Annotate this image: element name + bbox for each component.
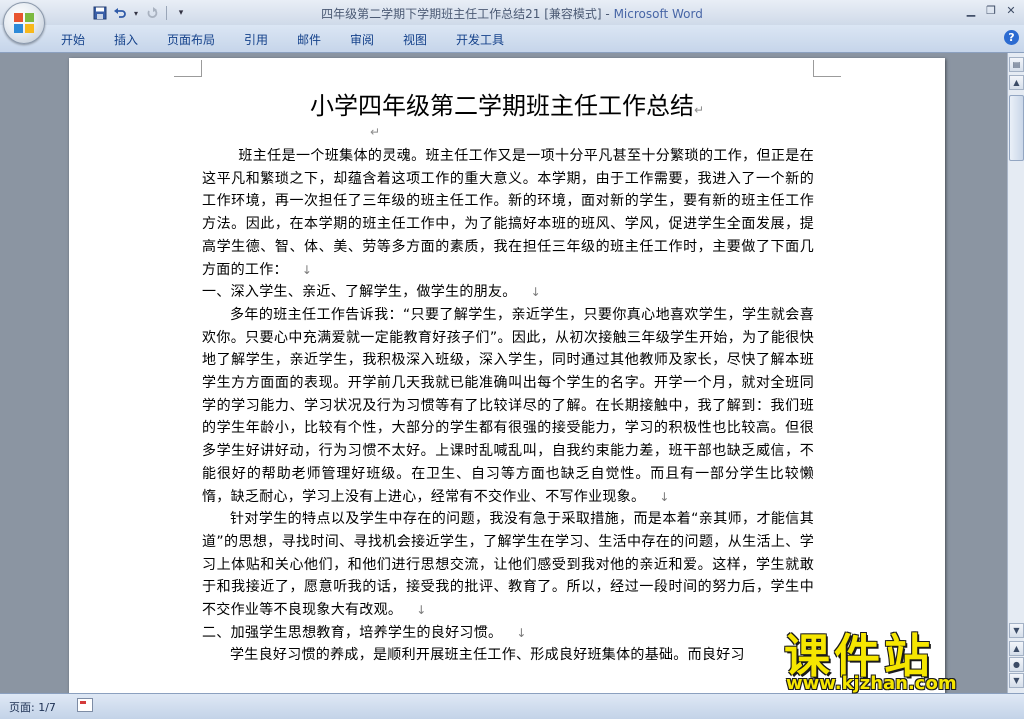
- tab-review[interactable]: 审阅: [350, 31, 374, 48]
- tab-mailings[interactable]: 邮件: [297, 31, 321, 48]
- section-heading: 二、加强学生思想教育，培养学生的良好习惯。 ↓: [202, 622, 814, 645]
- paragraph: 针对学生的特点以及学生中存在的问题，我没有急于采取措施，而是本着“亲其师，才能信…: [202, 508, 814, 622]
- empty-paragraph-mark: ↵: [370, 125, 381, 139]
- document-name: 四年级第二学期下学期班主任工作总结21 [兼容模式] -: [321, 7, 614, 21]
- minimize-icon[interactable]: ▁: [962, 2, 980, 18]
- ribbon-tab-bar: 开始 插入 页面布局 引用 邮件 审阅 视图 开发工具 ?: [0, 25, 1024, 53]
- scroll-up-icon[interactable]: ▲: [1009, 75, 1024, 90]
- help-icon[interactable]: ?: [1004, 30, 1019, 45]
- page-count[interactable]: 页面: 1/7: [9, 699, 56, 715]
- section-heading: 一、深入学生、亲近、了解学生，做学生的朋友。 ↓: [202, 281, 814, 304]
- ruler-toggle-icon[interactable]: ▤: [1009, 57, 1024, 72]
- restore-icon[interactable]: ❐: [982, 2, 1000, 18]
- close-icon[interactable]: ✕: [1002, 2, 1020, 18]
- tab-developer[interactable]: 开发工具: [456, 31, 504, 48]
- paragraph-text: 学生良好习惯的养成，是顺利开展班主任工作、形成良好班集体的基础。而良好习: [230, 647, 745, 664]
- paragraph-text: 多年的班主任工作告诉我：“只要了解学生，亲近学生，只要你真心地喜欢学生，学生就会…: [202, 306, 814, 505]
- heading-text: 二、加强学生思想教育，培养学生的良好习惯。: [202, 624, 503, 641]
- document-workspace: 小学四年级第二学期班主任工作总结↵ ↵ 班主任是一个班集体的灵魂。班主任工作又是…: [0, 53, 1007, 693]
- window-title: 四年级第二学期下学期班主任工作总结21 [兼容模式] - Microsoft W…: [0, 5, 1024, 22]
- app-name: Microsoft Word: [613, 7, 703, 21]
- office-button[interactable]: [3, 2, 45, 44]
- paragraph-mark: ↵: [693, 103, 705, 117]
- line-break-mark: ↓: [530, 285, 541, 300]
- line-break-mark: ↓: [301, 262, 313, 277]
- heading-text: 一、深入学生、亲近、了解学生，做学生的朋友。: [202, 284, 517, 301]
- line-break-mark: ↓: [516, 625, 527, 640]
- vertical-scrollbar[interactable]: ▤ ▲ ▼ ▲ ● ▼: [1007, 53, 1024, 693]
- document-page[interactable]: 小学四年级第二学期班主任工作总结↵ ↵ 班主任是一个班集体的灵魂。班主任工作又是…: [69, 58, 945, 693]
- document-body: 班主任是一个班集体的灵魂。班主任工作又是一项十分平凡甚至十分繁琐的工作，但正是在…: [202, 145, 814, 667]
- paragraph-text: 针对学生的特点以及学生中存在的问题，我没有急于采取措施，而是本着“亲其师，才能信…: [202, 511, 814, 619]
- tab-insert[interactable]: 插入: [114, 31, 138, 48]
- paragraph: 班主任是一个班集体的灵魂。班主任工作又是一项十分平凡甚至十分繁琐的工作，但正是在…: [202, 145, 814, 281]
- crop-mark-left: [174, 60, 202, 77]
- tab-references[interactable]: 引用: [244, 31, 268, 48]
- proofing-icon[interactable]: [77, 698, 93, 712]
- title-bar: ▾ ▾ 四年级第二学期下学期班主任工作总结21 [兼容模式] - Microso…: [0, 0, 1024, 25]
- paragraph: 学生良好习惯的养成，是顺利开展班主任工作、形成良好班集体的基础。而良好习: [202, 644, 814, 667]
- tab-view[interactable]: 视图: [403, 31, 427, 48]
- document-title-text: 小学四年级第二学期班主任工作总结: [309, 92, 694, 120]
- status-bar: 页面: 1/7: [0, 693, 1024, 719]
- scrollbar-thumb[interactable]: [1009, 95, 1024, 161]
- paragraph: 多年的班主任工作告诉我：“只要了解学生，亲近学生，只要你真心地喜欢学生，学生就会…: [202, 304, 814, 508]
- crop-mark-right: [813, 60, 841, 77]
- line-break-mark: ↓: [659, 489, 670, 504]
- paragraph-text: 班主任是一个班集体的灵魂。班主任工作又是一项十分平凡甚至十分繁琐的工作，但正是在…: [202, 148, 814, 278]
- tab-page-layout[interactable]: 页面布局: [167, 31, 215, 48]
- tab-home[interactable]: 开始: [61, 31, 85, 48]
- window-controls: ▁ ❐ ✕: [962, 2, 1020, 18]
- office-logo-icon: [14, 13, 34, 33]
- watermark-url: www.kjzhan.com: [786, 673, 957, 694]
- document-title: 小学四年级第二学期班主任工作总结↵: [69, 86, 945, 121]
- line-break-mark: ↓: [416, 603, 427, 618]
- watermark: 课件站 www.kjzhan.com: [774, 620, 1014, 695]
